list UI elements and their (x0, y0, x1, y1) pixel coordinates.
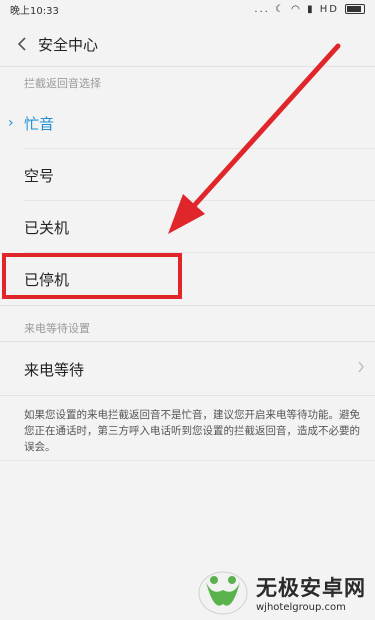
annotation-highlight-box (2, 253, 182, 299)
annotation-arrow (168, 43, 341, 234)
watermark-text: 无极安卓网 wjhotelgroup.com (256, 572, 366, 613)
watermark-name: 无极安卓网 (256, 575, 366, 600)
watermark-logo (198, 571, 248, 615)
watermark-url: wjhotelgroup.com (256, 601, 346, 613)
watermark: 无极安卓网 wjhotelgroup.com (196, 568, 366, 616)
